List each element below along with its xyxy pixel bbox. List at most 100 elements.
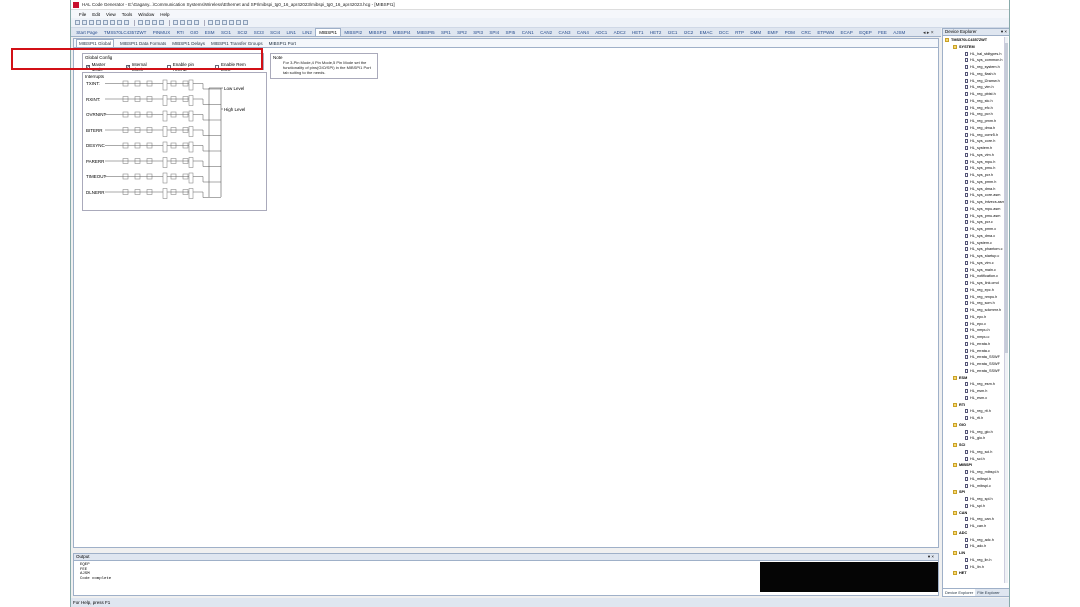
device-tree-scrollbar[interactable] (1004, 37, 1008, 583)
tab-sci2[interactable]: SCI2 (234, 29, 250, 36)
tree-file[interactable]: HL_esm.c (943, 395, 1005, 402)
toolbar-button-icon[interactable] (152, 20, 157, 25)
tree-file[interactable]: HL_nmpu.h (943, 327, 1005, 334)
toolbar-button-icon[interactable] (243, 20, 248, 25)
tree-file[interactable]: HL_reg_scm.h (943, 300, 1005, 307)
tab-eqep[interactable]: EQEP (856, 29, 875, 36)
menu-tools[interactable]: Tools (122, 12, 133, 17)
tree-file[interactable]: HL_mibspi.h (943, 476, 1005, 483)
tree-file[interactable]: HL_spi.h (943, 503, 1005, 510)
tree-file[interactable]: HL_reg_stc.h (943, 98, 1005, 105)
tab-gio[interactable]: GIO (187, 29, 202, 36)
tab-scroll-arrows-icon[interactable]: ◂ ▸ × (923, 30, 934, 36)
tab-start-page[interactable]: Start Page (73, 29, 101, 36)
tree-file[interactable]: HL_esm.h (943, 388, 1005, 395)
tree-file[interactable]: HL_reg_nmpu.h (943, 294, 1005, 301)
tree-file[interactable]: HL_reg_vim.h (943, 84, 1005, 91)
toolbar-button-icon[interactable] (89, 20, 94, 25)
tab-can1[interactable]: CAN1 (519, 29, 537, 36)
toolbar-button-icon[interactable] (194, 20, 199, 25)
tree-file[interactable]: HL_reg_l2ramw.h (943, 78, 1005, 85)
tab-sci3[interactable]: SCI3 (251, 29, 267, 36)
tab-esm[interactable]: ESM (202, 29, 218, 36)
tree-file[interactable]: HL_sys_dma.h (943, 186, 1005, 193)
tab-mibspi1[interactable]: MIBSPI1 (315, 28, 342, 36)
tab-emac[interactable]: EMAC (696, 29, 715, 36)
menu-window[interactable]: Window (138, 12, 154, 17)
tree-file[interactable]: HL_sys_mpu.h (943, 159, 1005, 166)
tree-file[interactable]: HL_errata.c (943, 348, 1005, 355)
toolbar-button-icon[interactable] (159, 20, 164, 25)
tab-pom[interactable]: POM (781, 29, 798, 36)
tab-spi3[interactable]: SPI3 (470, 29, 486, 36)
tree-file[interactable]: HL_sys_pmm.h (943, 179, 1005, 186)
toolbar-button-icon[interactable] (75, 20, 80, 25)
tab-i2c1[interactable]: I2C1 (665, 29, 681, 36)
toolbar-button-icon[interactable] (236, 20, 241, 25)
tree-file[interactable]: HL_sys_vim.c (943, 260, 1005, 267)
toolbar-button-icon[interactable] (208, 20, 213, 25)
tab-ajsm[interactable]: AJSM (890, 29, 908, 36)
tab-device-explorer[interactable]: Device Explorer (943, 589, 976, 596)
tree-file[interactable]: HL_sys_main.c (943, 267, 1005, 274)
tree-file[interactable]: HL_mibspi.c (943, 483, 1005, 490)
tree-file[interactable]: HL_gio.h (943, 435, 1005, 442)
tree-folder[interactable]: RTI (943, 402, 1005, 409)
tree-file[interactable]: HL_reg_can.h (943, 516, 1005, 523)
tree-file[interactable]: HL_epc.c (943, 321, 1005, 328)
tree-file[interactable]: HL_reg_adc.h (943, 537, 1005, 544)
tree-file[interactable]: HL_errata_SSWF (943, 368, 1005, 375)
tree-file[interactable]: HL_reg_gio.h (943, 429, 1005, 436)
toolbar-button-icon[interactable] (124, 20, 129, 25)
tab-i2c2[interactable]: I2C2 (681, 29, 697, 36)
tree-folder[interactable]: HET (943, 570, 1005, 577)
tree-file[interactable]: HL_sys_startup.c (943, 253, 1005, 260)
tree-file[interactable]: HL_sci.h (943, 456, 1005, 463)
subtab-mibspi1-port[interactable]: MIBSPI1 Port (269, 41, 296, 46)
tree-file[interactable]: HL_sys_vim.h (943, 152, 1005, 159)
tree-folder[interactable]: SYSTEM (943, 44, 1005, 51)
tree-file[interactable]: HL_reg_rti.h (943, 408, 1005, 415)
tab-ecap[interactable]: ECAP (837, 29, 856, 36)
tree-file[interactable]: HL_sys_common.h (943, 57, 1005, 64)
tab-rtp[interactable]: RTP (732, 29, 747, 36)
tree-file[interactable]: HL_rti.h (943, 415, 1005, 422)
tab-spi2[interactable]: SPI2 (454, 29, 470, 36)
toolbar-button-icon[interactable] (110, 20, 115, 25)
tab-dmm[interactable]: DMM (747, 29, 764, 36)
tree-file[interactable]: HL_can.h (943, 523, 1005, 530)
tree-file[interactable]: HL_reg_pmm.h (943, 118, 1005, 125)
tree-file[interactable]: HL_reg_pcr.h (943, 111, 1005, 118)
tab-het1[interactable]: HET1 (629, 29, 647, 36)
tree-folder[interactable]: GIO (943, 422, 1005, 429)
tree-file[interactable]: HL_reg_sdcmmr.h (943, 307, 1005, 314)
toolbar-button-icon[interactable] (229, 20, 234, 25)
tree-file[interactable]: HL_system.h (943, 145, 1005, 152)
tree-file[interactable]: HL_reg_mibspi.h (943, 469, 1005, 476)
scroll-thumb[interactable] (1005, 43, 1008, 353)
tree-root[interactable]: TMS570LC4357ZWT (943, 37, 1005, 44)
tab-mibspi3[interactable]: MIBSPI3 (365, 29, 389, 36)
pin-icon[interactable]: ▾ × (1001, 29, 1007, 35)
tree-file[interactable]: HL_reg_pbist.h (943, 91, 1005, 98)
tab-can4[interactable]: CAN4 (574, 29, 592, 36)
tree-file[interactable]: HL_sys_phantom.c (943, 246, 1005, 253)
tree-file[interactable]: HL_sys_pcr.h (943, 172, 1005, 179)
tree-file[interactable]: HL_sys_pmm.c (943, 226, 1005, 233)
tab-pinmux[interactable]: PINMUX (150, 29, 174, 36)
menu-file[interactable]: File (79, 12, 86, 17)
tab-mibspi4[interactable]: MIBSPI4 (390, 29, 414, 36)
tree-folder[interactable]: CAN (943, 510, 1005, 517)
toolbar-button-icon[interactable] (138, 20, 143, 25)
tab-het2[interactable]: HET2 (647, 29, 665, 36)
tree-folder[interactable]: MIBSPI (943, 462, 1005, 469)
menu-view[interactable]: View (106, 12, 116, 17)
tab-lin1[interactable]: LIN1 (283, 29, 299, 36)
tree-file[interactable]: HL_reg_sci.h (943, 449, 1005, 456)
tab-spi4[interactable]: SPI4 (486, 29, 502, 36)
tree-file[interactable]: HL_adc.h (943, 543, 1005, 550)
toolbar-button-icon[interactable] (117, 20, 122, 25)
toolbar-button-icon[interactable] (187, 20, 192, 25)
tab-lin2[interactable]: LIN2 (299, 29, 315, 36)
tree-file[interactable]: HL_reg_lin.h (943, 557, 1005, 564)
